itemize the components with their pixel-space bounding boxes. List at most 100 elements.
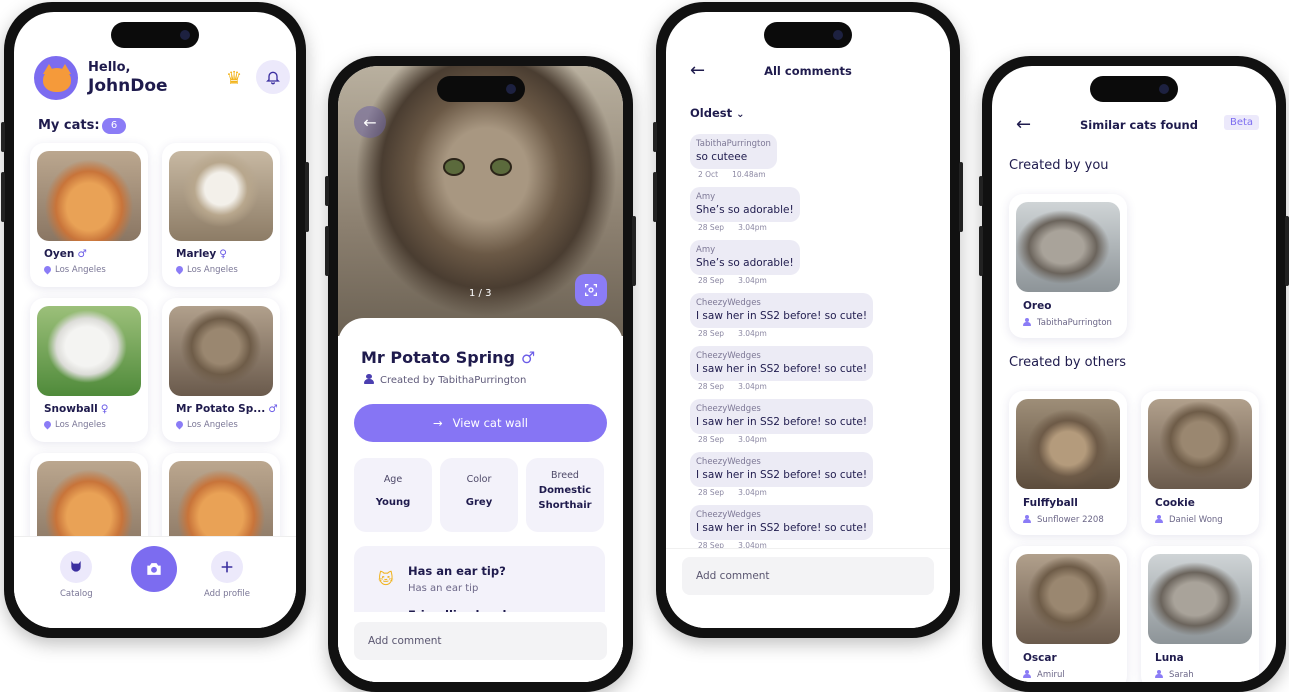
cat-photo-kitten [169, 306, 273, 396]
comment-author: CheezyWedges [696, 404, 761, 414]
comment-text: I saw her in SS2 before! so cute! [696, 469, 868, 481]
color-value: Grey [465, 497, 493, 508]
username-text: JohnDoe [88, 76, 168, 96]
nav-add-profile[interactable]: Add profile [204, 551, 250, 599]
view-cat-wall-button[interactable]: → View cat wall [354, 404, 607, 442]
location-pin-icon [42, 264, 53, 275]
comment-bubble[interactable]: CheezyWedges I saw her in SS2 before! so … [690, 293, 874, 328]
comment-time: 3.04pm [738, 276, 767, 285]
sort-dropdown[interactable]: Oldest ⌄ [690, 106, 745, 120]
cat-location: Los Angeles [187, 265, 238, 275]
cat-card[interactable]: Marley ♀ Los Angeles [162, 143, 280, 287]
comment-date: 28 Sep [698, 435, 725, 444]
nav-catalog[interactable]: Catalog [60, 551, 93, 599]
comments-header: ← All comments [666, 58, 950, 88]
cat-name: Snowball [44, 403, 98, 415]
arrow-right-icon: → [433, 416, 443, 430]
back-button[interactable]: ← [1016, 114, 1031, 135]
comment-author: CheezyWedges [696, 457, 761, 467]
comment-bubble[interactable]: CheezyWedges I saw her in SS2 before! so … [690, 399, 874, 434]
comment-time: 3.04pm [738, 223, 767, 232]
comment-meta: 28 Sep 3.04pm [698, 382, 781, 391]
color-box: Color Grey [440, 458, 518, 532]
location-pin-icon [174, 264, 185, 275]
comment-text: She’s so adorable! [696, 204, 794, 216]
age-box: Age Young [354, 458, 432, 532]
comment-bubble[interactable]: Amy She’s so adorable! [690, 187, 800, 222]
cat-name: Oreo [1023, 300, 1052, 312]
cat-name: Cookie [1155, 497, 1195, 509]
owner-name: Daniel Wong [1169, 515, 1223, 525]
comment-input[interactable]: Add comment [682, 557, 934, 595]
cat-card[interactable]: Snowball ♀ Los Angeles [30, 298, 148, 442]
comment-author: Amy [696, 245, 716, 255]
comment-meta: 28 Sep 3.04pm [698, 329, 781, 338]
cat-face-icon: 🐱 [378, 570, 394, 588]
male-icon: ♂ [520, 348, 536, 367]
similar-screen: ← Similar cats found Beta Created by you… [992, 66, 1276, 682]
owner-name: Sunflower 2208 [1037, 515, 1104, 525]
sort-label: Oldest [690, 106, 733, 120]
nav-add-profile-label: Add profile [204, 589, 251, 599]
cat-name: Oyen [44, 248, 75, 260]
similar-cat-card[interactable]: Oscar Amirul [1009, 546, 1127, 682]
comment-date: 2 Oct [698, 170, 719, 179]
comment-bubble[interactable]: CheezyWedges I saw her in SS2 before! so … [690, 505, 874, 540]
similar-cat-card[interactable]: Cookie Daniel Wong [1141, 391, 1259, 535]
comment-meta: 28 Sep 3.04pm [698, 276, 781, 285]
comment-date: 28 Sep [698, 382, 725, 391]
breed-label: Breed [551, 470, 579, 481]
comment-input[interactable]: Add comment [354, 622, 607, 660]
breed-box: Breed Domestic Shorthair [526, 458, 604, 532]
owner-name: Amirul [1037, 670, 1065, 680]
dynamic-island [1090, 76, 1178, 102]
view-cat-wall-label: View cat wall [452, 416, 528, 430]
arrow-left-icon: ← [1016, 114, 1032, 135]
crown-icon[interactable]: ♛ [226, 68, 242, 89]
photo-pager: 1 / 3 [469, 288, 492, 299]
arrow-left-icon: ← [363, 112, 377, 132]
ear-tip-subtitle: Has an ear tip [408, 583, 479, 594]
comment-text: She’s so adorable! [696, 257, 794, 269]
comment-meta: 28 Sep 3.04pm [698, 488, 781, 497]
cat-name: Mr Potato Sp... [176, 403, 266, 415]
camera-button[interactable] [131, 546, 177, 592]
similar-cat-card[interactable]: Luna Sarah [1141, 546, 1259, 682]
comment-bar: Add comment [338, 612, 623, 682]
comment-date: 28 Sep [698, 276, 725, 285]
similar-cat-card[interactable]: Oreo TabithaPurrington [1009, 194, 1127, 338]
scan-button[interactable] [575, 274, 607, 306]
dynamic-island [764, 22, 852, 48]
created-by-you-heading: Created by you [1009, 158, 1109, 173]
cat-icon [71, 561, 81, 572]
comment-bubble[interactable]: CheezyWedges I saw her in SS2 before! so … [690, 452, 874, 487]
comment-bubble[interactable]: CheezyWedges I saw her in SS2 before! so … [690, 346, 874, 381]
ear-tip-title: Has an ear tip? [408, 564, 506, 578]
similar-cat-card[interactable]: Fulffyball Sunflower 2208 [1009, 391, 1127, 535]
cat-photo-marley [169, 151, 273, 241]
chevron-down-icon: ⌄ [736, 109, 745, 120]
back-button[interactable]: ← [354, 106, 386, 138]
comment-bubble[interactable]: TabithaPurrington so cuteee [690, 134, 777, 169]
cat-card[interactable]: Oyen ♂ Los Angeles [30, 143, 148, 287]
person-icon [1023, 515, 1031, 523]
color-label: Color [466, 474, 492, 485]
comment-time: 10.48am [732, 170, 766, 179]
my-cats-label: My cats: [38, 118, 100, 133]
cat-card[interactable]: Mr Potato Sp... ♂ Los Angeles [162, 298, 280, 442]
comment-author: CheezyWedges [696, 298, 761, 308]
comment-author: CheezyWedges [696, 351, 761, 361]
cat-location: Los Angeles [55, 265, 106, 275]
comment-author: CheezyWedges [696, 510, 761, 520]
male-icon: ♂ [77, 248, 87, 260]
comment-time: 3.04pm [738, 382, 767, 391]
comment-bubble[interactable]: Amy She’s so adorable! [690, 240, 800, 275]
cat-photo-snowball [37, 306, 141, 396]
avatar[interactable] [34, 56, 78, 100]
bottom-nav: Catalog Add profile [14, 536, 296, 628]
phone-comments: ← All comments Oldest ⌄ TabithaPurringto… [653, 2, 963, 638]
cat-location: Los Angeles [55, 420, 106, 430]
notifications-button[interactable] [256, 60, 290, 94]
cat-location: Los Angeles [187, 420, 238, 430]
person-icon [1023, 318, 1031, 326]
